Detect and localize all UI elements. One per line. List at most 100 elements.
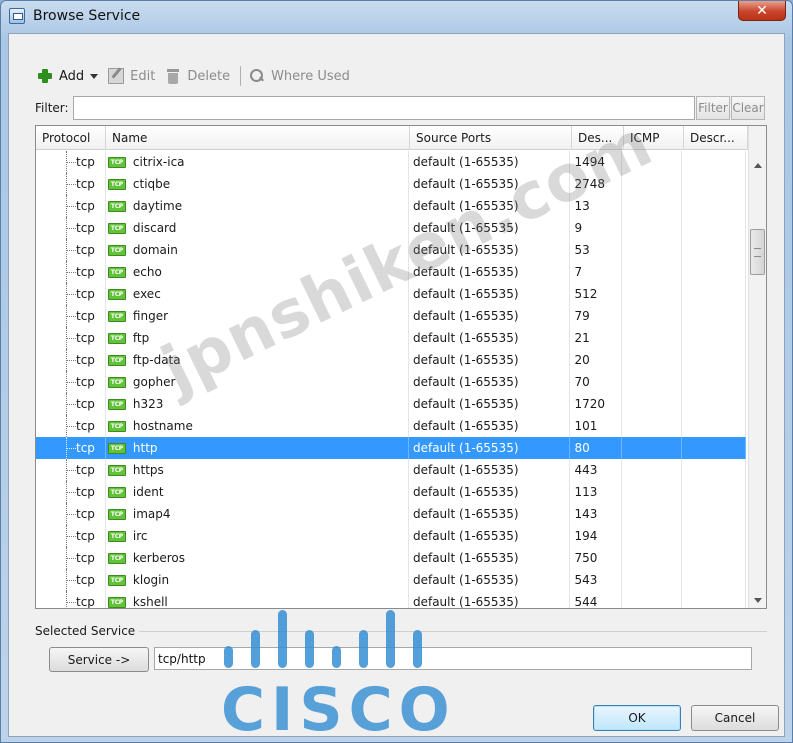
tcp-protocol-icon: TCP — [107, 244, 126, 256]
table-row[interactable]: tcp TCP h323 default (1-65535) 1720 — [36, 393, 746, 415]
clear-button[interactable]: Clear — [731, 96, 765, 120]
protocol-text: tcp — [76, 199, 95, 213]
table-row[interactable]: tcp TCP domain default (1-65535) 53 — [36, 239, 746, 261]
service-name-text: citrix-ica — [132, 155, 185, 169]
column-header-name[interactable]: Name — [106, 126, 410, 150]
column-header-description[interactable]: Descr... — [684, 126, 748, 150]
description-cell — [682, 173, 746, 195]
source-ports-cell: default (1-65535) — [409, 239, 571, 261]
description-cell — [682, 283, 746, 305]
column-header-icmp[interactable]: ICMP — [624, 126, 684, 150]
tree-branch — [66, 448, 76, 449]
destination-ports-cell: 512 — [570, 283, 623, 305]
source-ports-cell: default (1-65535) — [409, 217, 571, 239]
name-cell: TCP domain — [106, 239, 409, 261]
vertical-scrollbar[interactable] — [748, 126, 766, 608]
service-name-text: finger — [132, 309, 169, 323]
table-header: Protocol Name Source Ports Des... ICMP D… — [36, 126, 748, 150]
source-ports-cell: default (1-65535) — [409, 327, 571, 349]
filter-button[interactable]: Filter — [696, 96, 730, 120]
filter-label: Filter: — [35, 101, 69, 115]
chevron-down-icon[interactable] — [90, 73, 99, 79]
destination-ports-cell: 13 — [570, 195, 623, 217]
table-row[interactable]: tcp TCP klogin default (1-65535) 543 — [36, 569, 746, 591]
table-row[interactable]: tcp TCP citrix-ica default (1-65535) 1494 — [36, 151, 746, 173]
column-header-destination[interactable]: Des... — [572, 126, 624, 150]
tcp-protocol-icon: TCP — [107, 156, 126, 168]
name-cell: TCP ident — [106, 481, 409, 503]
tree-branch — [66, 228, 76, 229]
selected-service-field[interactable] — [154, 647, 752, 670]
filter-input[interactable] — [73, 96, 695, 120]
delete-button[interactable]: Delete — [165, 68, 230, 84]
table-row[interactable]: tcp TCP echo default (1-65535) 7 — [36, 261, 746, 283]
protocol-text: tcp — [76, 485, 95, 499]
table-row[interactable]: tcp TCP irc default (1-65535) 194 — [36, 525, 746, 547]
name-cell: TCP kerberos — [106, 547, 409, 569]
tcp-protocol-icon: TCP — [107, 486, 126, 498]
column-header-protocol[interactable]: Protocol — [36, 126, 106, 150]
tcp-protocol-icon: TCP — [107, 354, 126, 366]
tcp-protocol-icon: TCP — [107, 442, 126, 454]
destination-ports-cell: 2748 — [570, 173, 623, 195]
browse-service-window: Browse Service ✕ Add Edit Delete Where U… — [0, 0, 793, 743]
protocol-cell: tcp — [36, 305, 106, 327]
column-header-source-ports[interactable]: Source Ports — [410, 126, 572, 150]
edit-button[interactable]: Edit — [108, 68, 155, 84]
icmp-cell — [622, 173, 683, 195]
table-row[interactable]: tcp TCP https default (1-65535) 443 — [36, 459, 746, 481]
protocol-cell: tcp — [36, 547, 106, 569]
description-cell — [682, 525, 746, 547]
icmp-cell — [622, 261, 683, 283]
name-cell: TCP kshell — [106, 591, 409, 608]
tree-branch — [66, 360, 76, 361]
ok-button[interactable]: OK — [593, 705, 681, 731]
description-cell — [682, 415, 746, 437]
where-used-label: Where Used — [271, 68, 350, 84]
table-row[interactable]: tcp TCP kshell default (1-65535) 544 — [36, 591, 746, 608]
table-row[interactable]: tcp TCP ftp default (1-65535) 21 — [36, 327, 746, 349]
table-row[interactable]: tcp TCP gopher default (1-65535) 70 — [36, 371, 746, 393]
tcp-protocol-icon: TCP — [107, 266, 126, 278]
close-button[interactable]: ✕ — [738, 1, 786, 21]
cancel-button[interactable]: Cancel — [691, 705, 779, 731]
table-row[interactable]: tcp TCP daytime default (1-65535) 13 — [36, 195, 746, 217]
table-row[interactable]: tcp TCP ident default (1-65535) 113 — [36, 481, 746, 503]
name-cell: TCP ctiqbe — [106, 173, 409, 195]
description-cell — [682, 569, 746, 591]
close-icon: ✕ — [756, 2, 768, 19]
table-row[interactable]: tcp TCP kerberos default (1-65535) 750 — [36, 547, 746, 569]
service-name-text: hostname — [132, 419, 193, 433]
table-row[interactable]: tcp TCP exec default (1-65535) 512 — [36, 283, 746, 305]
table-row[interactable]: tcp TCP ctiqbe default (1-65535) 2748 — [36, 173, 746, 195]
table-row[interactable]: tcp TCP finger default (1-65535) 79 — [36, 305, 746, 327]
icmp-cell — [622, 569, 683, 591]
title-bar[interactable]: Browse Service ✕ — [1, 1, 792, 31]
tree-branch — [66, 404, 76, 405]
protocol-text: tcp — [76, 221, 95, 235]
tree-branch — [66, 426, 76, 427]
table-row[interactable]: tcp TCP ftp-data default (1-65535) 20 — [36, 349, 746, 371]
table-row[interactable]: tcp TCP discard default (1-65535) 9 — [36, 217, 746, 239]
table-row-selected[interactable]: tcp TCP http default (1-65535) 80 — [36, 437, 746, 459]
name-cell: TCP http — [106, 437, 409, 459]
table-row[interactable]: tcp TCP hostname default (1-65535) 101 — [36, 415, 746, 437]
service-name-text: daytime — [132, 199, 183, 213]
tcp-protocol-icon: TCP — [107, 200, 126, 212]
protocol-text: tcp — [76, 177, 95, 191]
source-ports-cell: default (1-65535) — [409, 503, 571, 525]
add-button[interactable]: Add — [37, 68, 99, 84]
where-used-button[interactable]: Where Used — [249, 68, 350, 84]
scrollbar-thumb[interactable] — [750, 229, 765, 275]
protocol-cell: tcp — [36, 261, 106, 283]
protocol-cell: tcp — [36, 591, 106, 608]
scroll-down-arrow-icon[interactable] — [754, 598, 762, 603]
scroll-up-arrow-icon[interactable] — [754, 163, 762, 168]
service-button[interactable]: Service -> — [49, 647, 149, 672]
tcp-protocol-icon: TCP — [107, 178, 126, 190]
description-cell — [682, 327, 746, 349]
protocol-text: tcp — [76, 353, 95, 367]
source-ports-cell: default (1-65535) — [409, 437, 571, 459]
name-cell: TCP daytime — [106, 195, 409, 217]
table-row[interactable]: tcp TCP imap4 default (1-65535) 143 — [36, 503, 746, 525]
